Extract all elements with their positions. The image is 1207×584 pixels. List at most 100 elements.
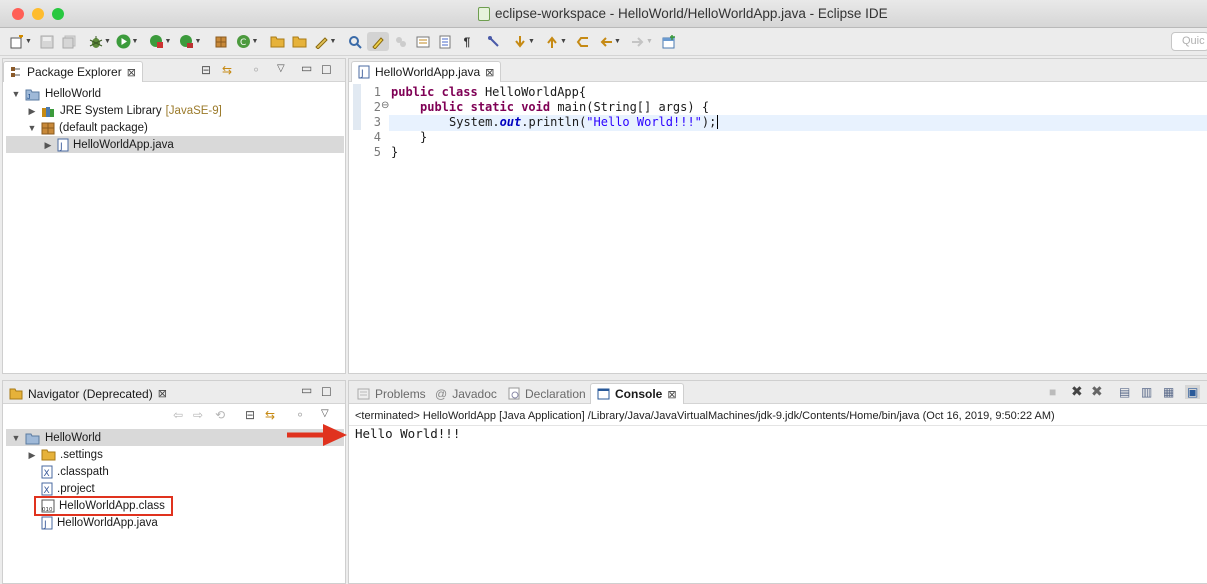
open-type-icon[interactable] xyxy=(212,32,230,51)
collapse-all-icon[interactable]: ⊟ xyxy=(201,63,211,77)
run-icon[interactable]: ▼ xyxy=(114,32,140,51)
prev-annotation-icon[interactable]: ▼ xyxy=(542,32,570,51)
fold-icon[interactable]: ⊖ xyxy=(381,100,389,111)
zoom-window-button[interactable] xyxy=(52,8,64,20)
declaration-icon xyxy=(508,387,520,400)
svg-text:C: C xyxy=(240,38,246,48)
coverage-icon[interactable]: ▼ xyxy=(147,32,173,51)
link-with-editor-icon[interactable]: ⇆ xyxy=(222,63,232,77)
new-wizard-icon[interactable]: ▼ xyxy=(8,32,34,51)
forward-icon[interactable]: ▼ xyxy=(628,32,656,51)
show-whitespace-icon[interactable] xyxy=(436,32,454,51)
nav-item-helloworldapp-java[interactable]: J HelloWorldApp.java xyxy=(41,515,158,531)
pen-icon[interactable]: ▼ xyxy=(312,32,338,51)
expand-arrow-icon[interactable]: ▼ xyxy=(11,89,21,99)
collapse-arrow-icon[interactable]: ▶ xyxy=(27,450,37,461)
scroll-lock-icon[interactable]: ▥ xyxy=(1141,385,1152,399)
close-window-button[interactable] xyxy=(12,8,24,20)
pin-console-icon[interactable]: ▣ xyxy=(1185,385,1201,399)
close-icon[interactable]: ⊠ xyxy=(127,66,136,79)
highlight-icon[interactable] xyxy=(367,32,389,51)
clear-console-icon[interactable]: ▤ xyxy=(1119,385,1130,399)
minimize-icon[interactable]: ▭ xyxy=(301,383,312,397)
run-last-icon[interactable]: ▼ xyxy=(177,32,203,51)
back-icon[interactable]: ▼ xyxy=(596,32,624,51)
code-line-2[interactable]: public static void main(String[] args) { xyxy=(420,100,709,114)
tree-item-jre-system-library[interactable]: ▶ JRE System Library [JavaSE-9] xyxy=(27,103,222,119)
title-bar: eclipse-workspace - HelloWorld/HelloWorl… xyxy=(0,0,1207,28)
svg-text:X: X xyxy=(44,486,50,496)
code-line-1[interactable]: public class HelloWorldApp{ xyxy=(391,85,586,99)
search-icon[interactable] xyxy=(346,32,364,51)
minimize-icon[interactable]: ▭ xyxy=(301,61,312,75)
collapse-all-icon[interactable]: ⊟ xyxy=(245,408,255,422)
focus-icon[interactable]: ⚬ xyxy=(251,63,261,77)
pilcrow-icon[interactable]: ¶ xyxy=(458,32,476,51)
terminate-icon[interactable]: ■ xyxy=(1049,385,1056,399)
maximize-icon[interactable]: ☐ xyxy=(321,63,332,77)
new-java-class-icon[interactable]: C ▼ xyxy=(234,32,260,51)
quick-access-input[interactable]: Quic xyxy=(1171,32,1207,51)
xml-file-icon: X xyxy=(41,482,53,496)
open-folder-2-icon[interactable] xyxy=(290,32,308,51)
collapse-arrow-icon[interactable]: ▶ xyxy=(43,140,53,151)
nav-item-helloworld[interactable]: ▼ HelloWorld xyxy=(11,430,101,446)
expand-arrow-icon[interactable]: ▼ xyxy=(27,123,37,133)
tab-javadoc[interactable]: @ Javadoc xyxy=(429,383,503,404)
tree-item-default-package[interactable]: ▼ (default package) xyxy=(27,120,148,136)
tree-item-label: HelloWorldApp.java xyxy=(73,139,174,151)
close-icon[interactable]: ⊠ xyxy=(667,388,676,401)
close-icon[interactable]: ⊠ xyxy=(485,66,494,79)
package-explorer-title: Package Explorer xyxy=(27,65,122,79)
nav-item-classpath[interactable]: X .classpath xyxy=(41,464,109,480)
remove-launch-icon[interactable]: ✖ xyxy=(1071,383,1083,400)
expand-arrow-icon[interactable]: ▼ xyxy=(11,433,21,443)
next-annotation-icon[interactable]: ▼ xyxy=(510,32,538,51)
focus-icon[interactable]: ⚬ xyxy=(295,408,305,422)
tab-helloworldapp-java[interactable]: J HelloWorldApp.java ⊠ xyxy=(351,61,502,82)
word-wrap-icon[interactable]: ▦ xyxy=(1163,385,1174,399)
forward-icon[interactable]: ⇨ xyxy=(193,408,203,422)
last-edit-icon[interactable] xyxy=(574,32,592,51)
svg-text:J: J xyxy=(59,142,63,152)
line-number: 5 xyxy=(373,145,381,159)
console-output[interactable]: Hello World!!! xyxy=(355,426,460,441)
minimize-window-button[interactable] xyxy=(32,8,44,20)
code-line-4[interactable]: } xyxy=(420,130,427,144)
debug-icon[interactable]: ▼ xyxy=(87,32,113,51)
folder-icon xyxy=(41,449,56,461)
tab-package-explorer[interactable]: Package Explorer ⊠ xyxy=(3,61,143,82)
remove-all-icon[interactable]: ✖ xyxy=(1091,383,1103,400)
svg-text:J: J xyxy=(27,94,31,101)
text-cursor: ​ xyxy=(717,115,719,129)
back-icon[interactable]: ⇦ xyxy=(173,408,183,422)
save-all-icon[interactable] xyxy=(60,32,78,51)
package-explorer-icon xyxy=(11,67,20,77)
link-with-editor-icon[interactable]: ⇆ xyxy=(265,408,275,422)
tree-item-helloworldapp-java[interactable]: ▶ J HelloWorldApp.java xyxy=(43,137,174,153)
open-folder-icon[interactable] xyxy=(268,32,286,51)
code-line-3[interactable]: System.out.println("Hello World!!!");​ xyxy=(449,115,719,129)
up-icon[interactable]: ⟲ xyxy=(215,408,225,422)
nav-item-settings[interactable]: ▶ .settings xyxy=(27,447,103,463)
code-line-5[interactable]: } xyxy=(391,145,398,159)
collapse-arrow-icon[interactable]: ▶ xyxy=(27,106,37,117)
view-menu-icon[interactable]: ▽ xyxy=(277,63,285,74)
tab-console[interactable]: Console ⊠ xyxy=(590,383,684,404)
navigator-icon xyxy=(9,388,23,399)
tab-declaration[interactable]: Declaration xyxy=(502,383,592,404)
tree-item-helloworld[interactable]: ▼ J HelloWorld xyxy=(11,86,102,102)
mark-occurrences-icon[interactable] xyxy=(392,32,410,51)
editor-tab-label: HelloWorldApp.java xyxy=(375,65,481,79)
view-menu-icon[interactable]: ▽ xyxy=(321,408,329,419)
save-icon[interactable] xyxy=(38,32,56,51)
maximize-icon[interactable]: ☐ xyxy=(321,385,332,399)
pin-icon[interactable] xyxy=(484,32,502,51)
tab-problems[interactable]: Problems xyxy=(351,383,432,404)
perspective-icon[interactable] xyxy=(660,32,678,51)
toggle-block-icon[interactable] xyxy=(414,32,432,51)
close-icon[interactable]: ⊠ xyxy=(158,387,167,400)
tab-navigator[interactable]: Navigator (Deprecated) ⊠ xyxy=(3,383,173,404)
nav-item-project[interactable]: X .project xyxy=(41,481,95,497)
java-file-icon: J xyxy=(41,516,53,530)
